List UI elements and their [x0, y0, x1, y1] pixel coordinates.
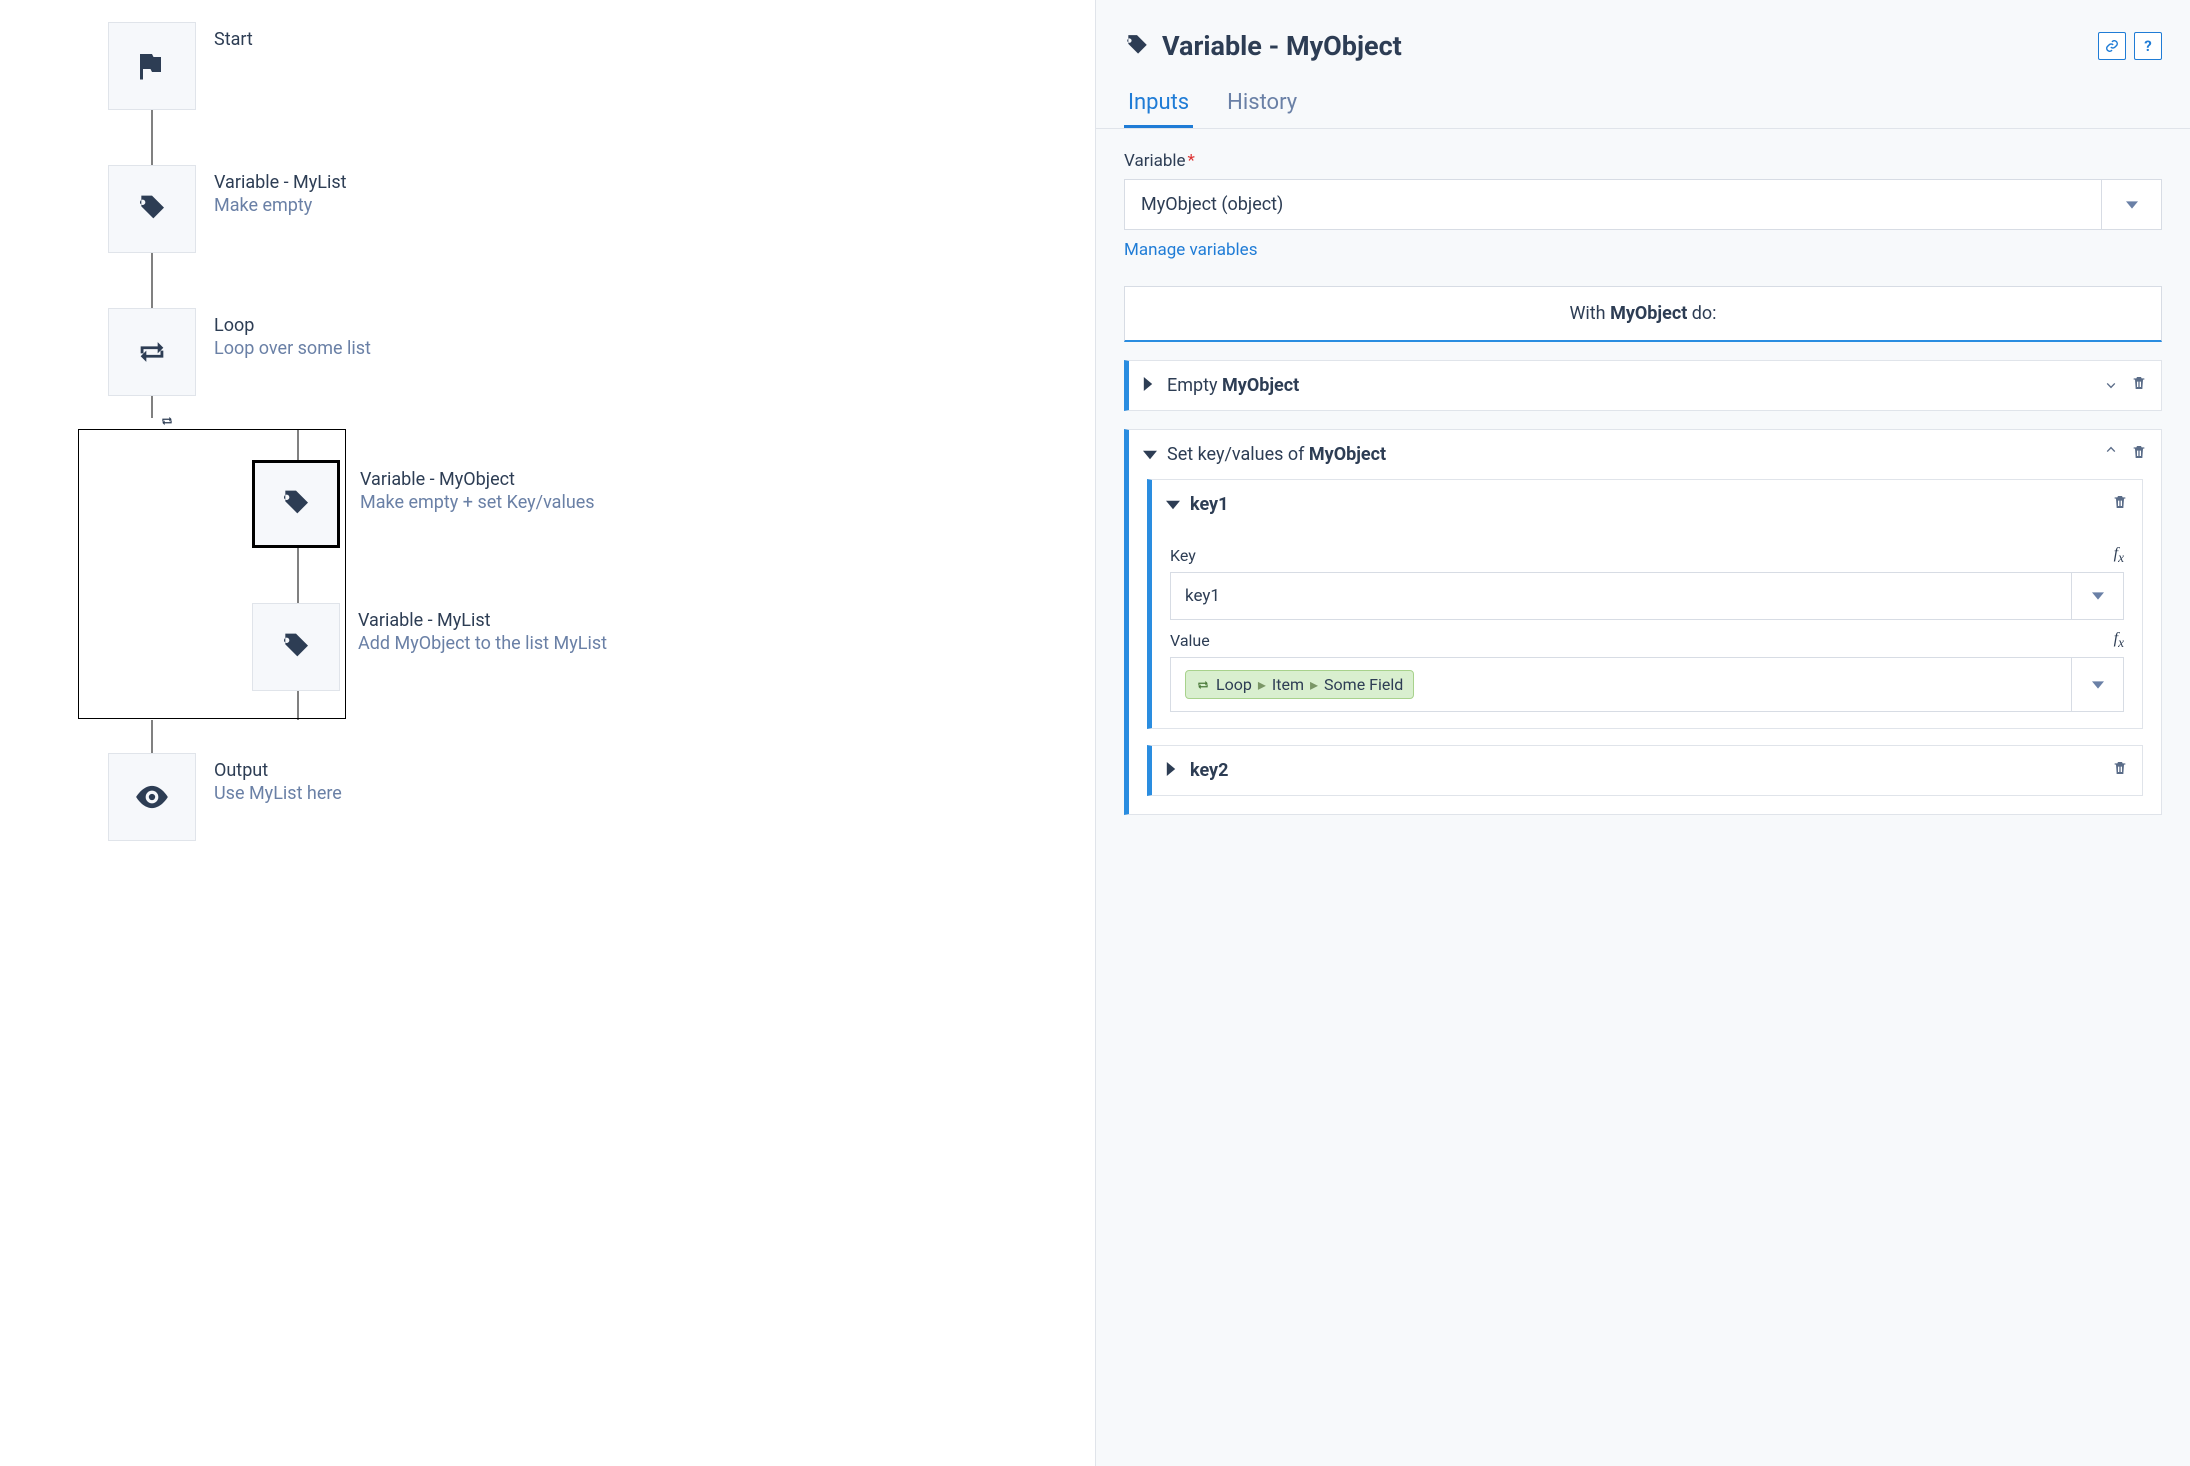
tag-icon — [1124, 33, 1150, 59]
value-label: Value — [1170, 631, 1210, 650]
node-variable-mylist[interactable]: Variable - MyList Make empty — [108, 165, 196, 253]
node-subtitle: Make empty — [214, 195, 614, 216]
loop-icon — [135, 335, 169, 369]
op-empty: Empty MyObject — [1124, 360, 2162, 411]
manage-variables-link[interactable]: Manage variables — [1124, 240, 1257, 260]
node-title: Output — [214, 760, 614, 781]
caret-down-icon — [2092, 590, 2104, 602]
delete-button[interactable] — [2131, 375, 2147, 396]
variable-label: Variable* — [1124, 151, 2162, 171]
node-start[interactable]: Start — [108, 22, 196, 110]
chevron-down-icon — [1166, 500, 1180, 510]
value-input[interactable]: Loop▸Item▸Some Field — [1171, 658, 2071, 711]
collapse-toggle[interactable] — [1143, 444, 1167, 465]
node-title: Variable - MyObject — [360, 469, 760, 490]
trash-icon — [2131, 444, 2147, 460]
tag-icon — [136, 193, 168, 225]
chevron-down-icon — [1143, 450, 1157, 460]
chevron-right-icon — [1143, 377, 1153, 391]
kv-block-key2: key2 — [1147, 745, 2143, 796]
node-title: Start — [214, 29, 614, 50]
key-input-caret[interactable] — [2071, 573, 2123, 619]
node-loop[interactable]: Loop Loop over some list — [108, 308, 196, 396]
panel-title: Variable - MyObject — [1124, 30, 1402, 62]
delete-button[interactable] — [2112, 760, 2128, 781]
key-label: Key — [1170, 546, 1196, 565]
node-subtitle: Add MyObject to the list MyList — [358, 633, 758, 654]
loop-badge-icon — [157, 412, 177, 430]
eye-icon — [133, 778, 171, 816]
node-title: Variable - MyList — [358, 610, 758, 631]
chevron-right-icon — [1166, 762, 1176, 776]
tab-inputs[interactable]: Inputs — [1124, 80, 1193, 128]
caret-down-icon — [2092, 679, 2104, 691]
trash-icon — [2112, 760, 2128, 776]
trash-icon — [2131, 375, 2147, 391]
tag-icon — [280, 631, 312, 663]
node-subtitle: Loop over some list — [214, 338, 614, 359]
fx-button[interactable]: fx — [2114, 630, 2124, 651]
collapse-toggle[interactable] — [1166, 494, 1190, 515]
node-variable-mylist-add[interactable]: Variable - MyList Add MyObject to the li… — [252, 603, 340, 691]
variable-select-caret[interactable] — [2102, 179, 2162, 230]
delete-button[interactable] — [2112, 494, 2128, 515]
link-button[interactable] — [2098, 32, 2126, 60]
tab-history[interactable]: History — [1223, 80, 1301, 128]
delete-button[interactable] — [2131, 444, 2147, 465]
collapse-toggle[interactable] — [1143, 375, 1167, 396]
kv-title: key2 — [1190, 760, 2112, 781]
move-down-button[interactable] — [2103, 375, 2119, 396]
kv-title: key1 — [1190, 494, 2112, 515]
properties-panel: Variable - MyObject ? Inputs History Var… — [1095, 0, 2190, 1466]
move-up-button[interactable] — [2103, 444, 2119, 465]
kv-block-key1: key1 Key fx key1 — [1147, 479, 2143, 729]
flag-icon — [134, 48, 170, 84]
op-set-keyvalues: Set key/values of MyObject key1 — [1124, 429, 2162, 815]
tag-icon — [280, 488, 312, 520]
node-title: Variable - MyList — [214, 172, 614, 193]
loop-icon — [1196, 678, 1210, 692]
value-reference-pill[interactable]: Loop▸Item▸Some Field — [1185, 670, 1414, 699]
node-output[interactable]: Output Use MyList here — [108, 753, 196, 841]
node-subtitle: Make empty + set Key/values — [360, 492, 760, 513]
node-variable-myobject[interactable]: Variable - MyObject Make empty + set Key… — [252, 460, 340, 548]
node-title: Loop — [214, 315, 614, 336]
key-input[interactable]: key1 — [1171, 573, 2071, 619]
trash-icon — [2112, 494, 2128, 510]
caret-down-icon — [2126, 199, 2138, 211]
value-input-caret[interactable] — [2071, 658, 2123, 711]
collapse-toggle[interactable] — [1166, 760, 1190, 781]
arrow-up-icon — [2103, 444, 2119, 460]
link-icon — [2105, 39, 2119, 53]
node-subtitle: Use MyList here — [214, 783, 614, 804]
variable-select[interactable]: MyObject (object) — [1124, 179, 2102, 230]
flow-canvas[interactable]: Start Variable - MyList Make empty Loop … — [0, 0, 1095, 1466]
with-object-header: With MyObject do: — [1124, 286, 2162, 342]
help-button[interactable]: ? — [2134, 32, 2162, 60]
arrow-down-icon — [2103, 375, 2119, 391]
panel-title-text: Variable - MyObject — [1162, 30, 1402, 62]
fx-button[interactable]: fx — [2114, 545, 2124, 566]
tabs: Inputs History — [1096, 80, 2190, 129]
